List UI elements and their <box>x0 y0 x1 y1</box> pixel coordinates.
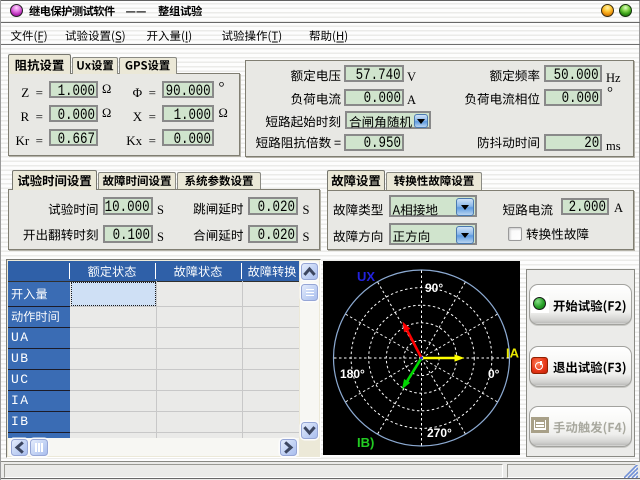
svg-text:270°: 270° <box>427 426 452 440</box>
svg-text:90°: 90° <box>425 281 443 295</box>
svg-text:UX: UX <box>357 269 375 284</box>
svg-text:0°: 0° <box>488 367 500 381</box>
svg-text:180°: 180° <box>340 367 365 381</box>
svg-text:IB): IB) <box>357 435 374 450</box>
svg-text:IA: IA <box>506 346 520 361</box>
